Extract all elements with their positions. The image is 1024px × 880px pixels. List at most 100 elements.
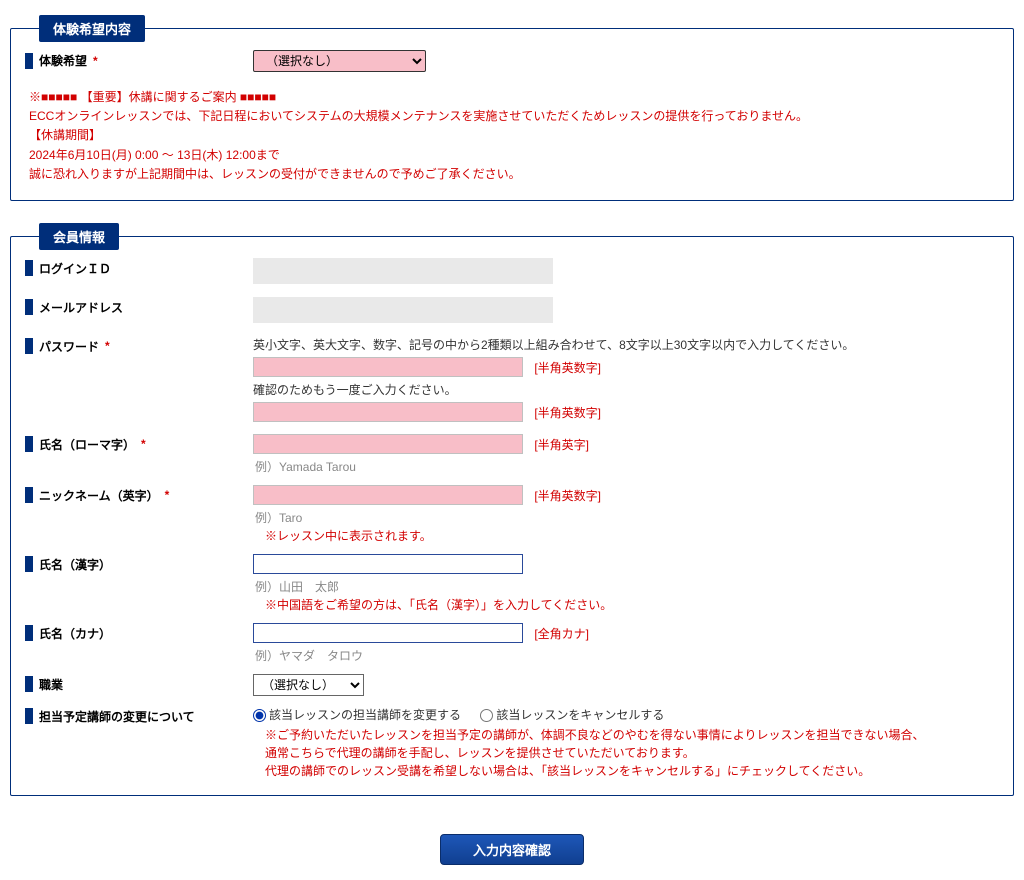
submit-row: 入力内容確認 bbox=[10, 818, 1014, 865]
kana-name-input[interactable] bbox=[253, 623, 523, 643]
row-password: パスワード * 英小文字、英大文字、数字、記号の中から2種類以上組み合わせて、8… bbox=[11, 328, 1013, 426]
roman-name-input[interactable] bbox=[253, 434, 523, 454]
field-kanji: 例）山田 太郎 ※中国語をご希望の方は、「氏名（漢字）」を入力してください。 bbox=[253, 552, 999, 615]
kanji-note: ※中国語をご希望の方は、「氏名（漢字）」を入力してください。 bbox=[253, 595, 999, 613]
trial-select[interactable]: （選択なし） bbox=[253, 50, 426, 72]
change-opt1-radio[interactable] bbox=[253, 709, 266, 722]
label-email-text: メールアドレス bbox=[39, 299, 123, 316]
row-email: メールアドレス bbox=[11, 289, 1013, 328]
notice-line-2: ECCオンラインレッスンでは、下記日程においてシステムの大規模メンテナンスを実施… bbox=[29, 107, 995, 126]
label-trial: 体験希望 * bbox=[25, 48, 253, 73]
label-job-text: 職業 bbox=[39, 676, 63, 693]
label-change-text: 担当予定講師の変更について bbox=[39, 708, 195, 725]
nick-note: ※レッスン中に表示されます。 bbox=[253, 526, 999, 544]
field-email bbox=[253, 295, 999, 328]
change-opt1-text: 該当レッスンの担当講師を変更する bbox=[269, 708, 461, 722]
kanji-example: 例）山田 太郎 bbox=[253, 576, 999, 595]
field-kana: [全角カナ] 例）ヤマダ タロウ bbox=[253, 621, 999, 666]
label-change: 担当予定講師の変更について bbox=[25, 704, 253, 729]
row-roman: 氏名（ローマ字） * [半角英字] 例）Yamada Tarou bbox=[11, 426, 1013, 477]
section-member-legend: 会員情報 bbox=[39, 223, 119, 250]
label-trial-text: 体験希望 bbox=[39, 52, 87, 69]
change-note-1: ※ご予約いただいたレッスンを担当予定の講師が、体調不良などのやむを得ない事情によ… bbox=[253, 725, 999, 743]
nick-hint: [半角英数字] bbox=[526, 489, 601, 503]
label-login-text: ログインＩＤ bbox=[39, 260, 111, 277]
row-kanji: 氏名（漢字） 例）山田 太郎 ※中国語をご希望の方は、「氏名（漢字）」を入力して… bbox=[11, 546, 1013, 615]
change-opt2-radio[interactable] bbox=[480, 709, 493, 722]
change-radio-row: 該当レッスンの担当講師を変更する 該当レッスンをキャンセルする bbox=[253, 706, 999, 723]
label-bar-icon bbox=[25, 625, 33, 641]
change-opt2-label[interactable]: 該当レッスンをキャンセルする bbox=[480, 708, 664, 722]
row-nick: ニックネーム（英字） * [半角英数字] 例）Taro ※レッスン中に表示されま… bbox=[11, 477, 1013, 546]
password-input[interactable] bbox=[253, 357, 523, 377]
change-opt2-text: 該当レッスンをキャンセルする bbox=[496, 708, 664, 722]
label-kanji-text: 氏名（漢字） bbox=[39, 556, 111, 573]
label-bar-icon bbox=[25, 676, 33, 692]
required-mark: * bbox=[105, 339, 110, 353]
password-hint-1: [半角英数字] bbox=[526, 361, 601, 375]
section-trial-legend: 体験希望内容 bbox=[39, 15, 145, 42]
label-bar-icon bbox=[25, 53, 33, 69]
row-trial: 体験希望 * （選択なし） bbox=[11, 42, 1013, 74]
field-login bbox=[253, 256, 999, 289]
nick-example: 例）Taro bbox=[253, 507, 999, 526]
label-kana: 氏名（カナ） bbox=[25, 621, 253, 646]
label-bar-icon bbox=[25, 708, 33, 724]
label-roman: 氏名（ローマ字） * bbox=[25, 432, 253, 457]
roman-example: 例）Yamada Tarou bbox=[253, 456, 999, 475]
login-id-display bbox=[253, 258, 553, 284]
change-note-3: 代理の講師でのレッスン受講を希望しない場合は、「該当レッスンをキャンセルする」に… bbox=[253, 761, 999, 779]
label-password-text: パスワード bbox=[39, 338, 99, 355]
label-bar-icon bbox=[25, 556, 33, 572]
section-trial-title: 体験希望内容 bbox=[39, 15, 145, 42]
required-mark: * bbox=[165, 488, 170, 502]
field-password: 英小文字、英大文字、数字、記号の中から2種類以上組み合わせて、8文字以上30文字… bbox=[253, 334, 999, 426]
field-nick: [半角英数字] 例）Taro ※レッスン中に表示されます。 bbox=[253, 483, 999, 546]
label-bar-icon bbox=[25, 338, 33, 354]
label-job: 職業 bbox=[25, 672, 253, 697]
row-instructor-change: 担当予定講師の変更について 該当レッスンの担当講師を変更する 該当レッスンをキャ… bbox=[11, 698, 1013, 781]
label-bar-icon bbox=[25, 487, 33, 503]
job-select[interactable]: （選択なし） bbox=[253, 674, 364, 696]
notice-line-5: 誠に恐れ入りますが上記期間中は、レッスンの受付ができませんので予めご了承ください… bbox=[29, 165, 995, 184]
row-login: ログインＩＤ bbox=[11, 250, 1013, 289]
kana-example: 例）ヤマダ タロウ bbox=[253, 645, 999, 664]
password-rule: 英小文字、英大文字、数字、記号の中から2種類以上組み合わせて、8文字以上30文字… bbox=[253, 336, 999, 353]
label-bar-icon bbox=[25, 299, 33, 315]
row-job: 職業 （選択なし） bbox=[11, 666, 1013, 698]
maintenance-notice: ※■■■■■ 【重要】休講に関するご案内 ■■■■■ ECCオンラインレッスンで… bbox=[11, 74, 1013, 186]
section-member-title: 会員情報 bbox=[39, 223, 119, 250]
notice-line-4: 2024年6月10日(月) 0:00 ～ 13日(木) 12:00まで bbox=[29, 146, 995, 165]
password-confirm-input[interactable] bbox=[253, 402, 523, 422]
label-roman-text: 氏名（ローマ字） bbox=[39, 436, 135, 453]
change-opt1-label[interactable]: 該当レッスンの担当講師を変更する bbox=[253, 708, 464, 722]
field-trial: （選択なし） bbox=[253, 48, 999, 74]
email-display bbox=[253, 297, 553, 323]
field-roman: [半角英字] 例）Yamada Tarou bbox=[253, 432, 999, 477]
field-job: （選択なし） bbox=[253, 672, 999, 698]
label-kana-text: 氏名（カナ） bbox=[39, 625, 111, 642]
notice-line-3: 【休講期間】 bbox=[29, 126, 995, 145]
required-mark: * bbox=[141, 437, 146, 451]
label-email: メールアドレス bbox=[25, 295, 253, 320]
password-confirm-msg: 確認のためもう一度ご入力ください。 bbox=[253, 381, 999, 398]
kana-hint: [全角カナ] bbox=[526, 627, 589, 641]
row-kana: 氏名（カナ） [全角カナ] 例）ヤマダ タロウ bbox=[11, 615, 1013, 666]
notice-line-1: ※■■■■■ 【重要】休講に関するご案内 ■■■■■ bbox=[29, 88, 995, 107]
label-bar-icon bbox=[25, 260, 33, 276]
kanji-name-input[interactable] bbox=[253, 554, 523, 574]
section-trial: 体験希望内容 体験希望 * （選択なし） ※■■■■■ 【重要】休講に関するご案… bbox=[10, 15, 1014, 201]
label-password: パスワード * bbox=[25, 334, 253, 359]
label-bar-icon bbox=[25, 436, 33, 452]
change-note-2: 通常こちらで代理の講師を手配し、レッスンを提供させていただいております。 bbox=[253, 743, 999, 761]
submit-button[interactable]: 入力内容確認 bbox=[440, 834, 584, 865]
section-member: 会員情報 ログインＩＤ メールアドレス パスワード * 英小文字、英大文字、数字… bbox=[10, 223, 1014, 796]
nickname-input[interactable] bbox=[253, 485, 523, 505]
label-nick-text: ニックネーム（英字） bbox=[39, 487, 159, 504]
label-kanji: 氏名（漢字） bbox=[25, 552, 253, 577]
label-login: ログインＩＤ bbox=[25, 256, 253, 281]
password-hint-2: [半角英数字] bbox=[526, 406, 601, 420]
required-mark: * bbox=[93, 54, 98, 68]
field-change: 該当レッスンの担当講師を変更する 該当レッスンをキャンセルする ※ご予約いただい… bbox=[253, 704, 999, 781]
roman-hint: [半角英字] bbox=[526, 438, 589, 452]
